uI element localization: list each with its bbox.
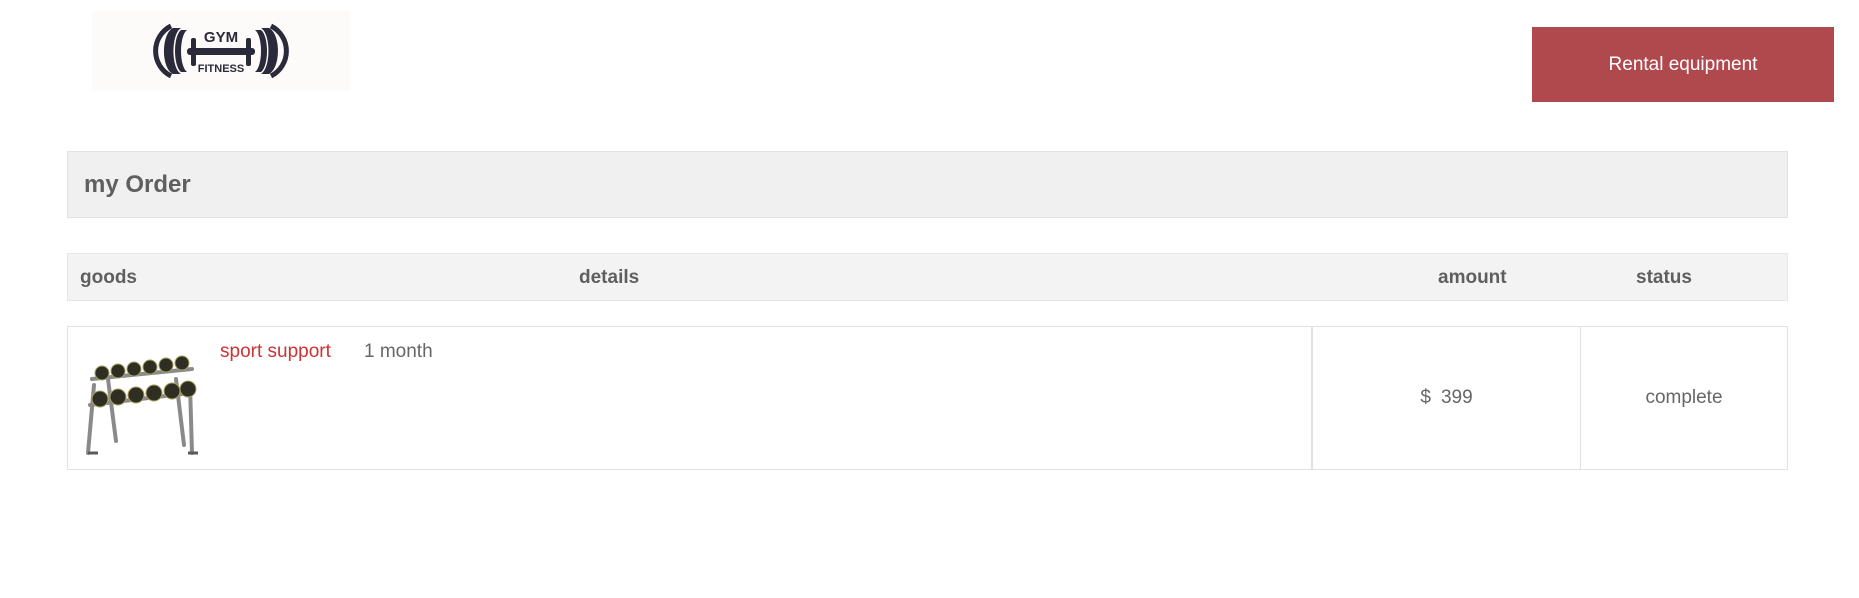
logo-text-gym: GYM bbox=[204, 29, 238, 46]
dumbbell-rack-image[interactable] bbox=[80, 349, 204, 457]
amount-value: 399 bbox=[1440, 387, 1473, 408]
order-status: complete bbox=[1645, 387, 1723, 408]
order-amount: $ 399 bbox=[1313, 327, 1580, 469]
page-title: my Order bbox=[84, 171, 191, 198]
order-title-bar: my Order bbox=[67, 151, 1788, 218]
product-name-link[interactable]: sport support bbox=[220, 341, 331, 363]
rental-equipment-button[interactable]: Rental equipment bbox=[1532, 27, 1834, 102]
barbell-icon: GYM FITNESS bbox=[153, 23, 289, 79]
order-row: sport support 1 month $ 399 complete bbox=[67, 326, 1788, 470]
page: GYM FITNESS Rental equipment my Order go… bbox=[0, 0, 1859, 598]
column-header-status: status bbox=[1636, 267, 1692, 288]
column-header-amount: amount bbox=[1438, 267, 1507, 288]
logo-text-fitness: FITNESS bbox=[198, 63, 244, 75]
gym-fitness-logo[interactable]: GYM FITNESS bbox=[92, 11, 350, 91]
product-duration: 1 month bbox=[364, 341, 433, 362]
currency-symbol: $ bbox=[1420, 387, 1431, 408]
order-table-header: goods details amount status bbox=[67, 253, 1788, 301]
column-header-details: details bbox=[579, 267, 640, 288]
column-header-goods: goods bbox=[80, 267, 137, 288]
